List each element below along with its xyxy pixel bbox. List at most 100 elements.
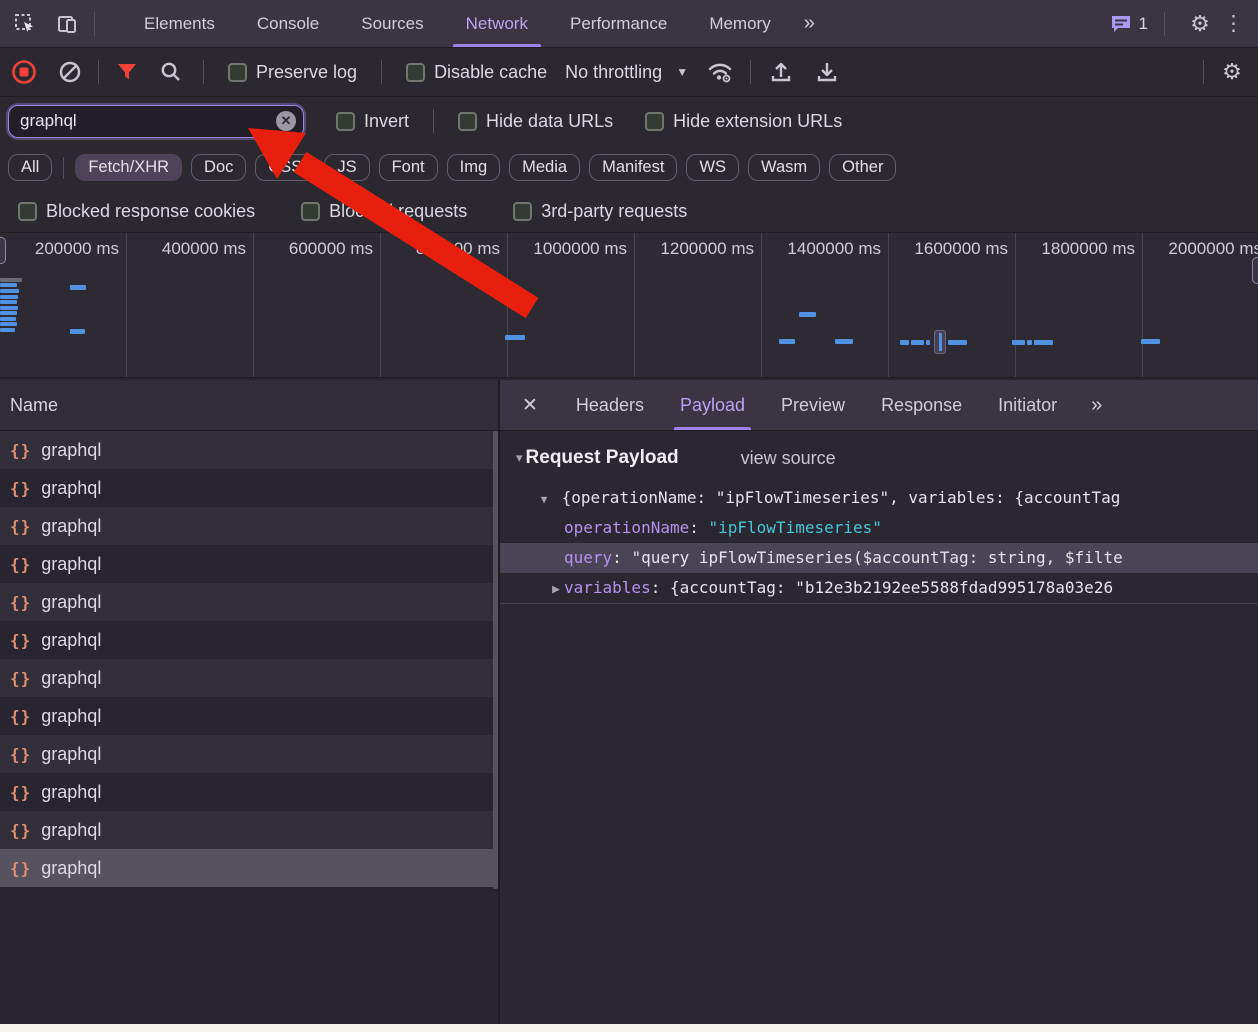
filter-chip-media[interactable]: Media	[509, 154, 580, 181]
request-row[interactable]: {}graphql	[0, 583, 498, 621]
import-har-button[interactable]	[763, 55, 799, 89]
export-har-button[interactable]	[809, 55, 845, 89]
detail-tab-initiator[interactable]: Initiator	[980, 380, 1075, 430]
preserve-log-checkbox[interactable]: Preserve log	[218, 62, 367, 83]
hide-data-urls-checkbox[interactable]: Hide data URLs	[448, 111, 623, 132]
waterfall-bar[interactable]	[900, 340, 909, 345]
settings-button[interactable]: ⚙	[1183, 7, 1217, 41]
search-button[interactable]	[153, 55, 189, 89]
waterfall-bar[interactable]	[1034, 340, 1053, 345]
network-overview[interactable]: 200000 ms400000 ms600000 ms800000 ms1000…	[0, 233, 1258, 378]
request-row[interactable]: {}graphql	[0, 545, 498, 583]
payload-row-operationName[interactable]: operationName: "ipFlowTimeseries"	[500, 513, 1258, 543]
filter-input[interactable]	[9, 111, 303, 131]
filter-chip-font[interactable]: Font	[379, 154, 438, 181]
checkbox-3rd-party-requests[interactable]: 3rd-party requests	[503, 201, 697, 222]
panel-tabs: ElementsConsoleSourcesNetworkPerformance…	[123, 0, 792, 47]
payload-summary-row[interactable]: ▼ {operationName: "ipFlowTimeseries", va…	[500, 483, 1258, 513]
tab-memory[interactable]: Memory	[688, 0, 791, 47]
device-toolbar-button[interactable]	[50, 7, 84, 41]
waterfall-bar[interactable]	[835, 339, 853, 344]
selected-request-marker[interactable]	[934, 330, 946, 354]
request-row[interactable]: {}graphql	[0, 507, 498, 545]
request-row[interactable]: {}graphql	[0, 811, 498, 849]
filter-chip-css[interactable]: CSS	[255, 154, 315, 181]
overview-left-handle[interactable]	[0, 237, 6, 264]
hide-extension-urls-checkbox[interactable]: Hide extension URLs	[635, 111, 852, 132]
inspect-element-button[interactable]	[8, 7, 42, 41]
filter-button[interactable]	[109, 55, 145, 89]
filter-chip-wasm[interactable]: Wasm	[748, 154, 820, 181]
waterfall-bar[interactable]	[1027, 340, 1032, 345]
waterfall-bar[interactable]	[0, 328, 15, 332]
request-name: graphql	[41, 782, 101, 803]
requests-scrollbar[interactable]	[493, 431, 498, 889]
filter-chip-all[interactable]: All	[8, 154, 52, 181]
request-row[interactable]: {}graphql	[0, 773, 498, 811]
tab-performance[interactable]: Performance	[549, 0, 688, 47]
detail-tab-payload[interactable]: Payload	[662, 380, 763, 430]
waterfall-bar[interactable]	[0, 311, 17, 315]
filter-chip-other[interactable]: Other	[829, 154, 896, 181]
checkbox-blocked-requests[interactable]: Blocked requests	[291, 201, 477, 222]
waterfall-bar[interactable]	[1012, 340, 1025, 345]
filter-chip-doc[interactable]: Doc	[191, 154, 246, 181]
detail-tab-headers[interactable]: Headers	[558, 380, 662, 430]
detail-tab-response[interactable]: Response	[863, 380, 980, 430]
waterfall-bar[interactable]	[926, 340, 930, 345]
payload-row-query[interactable]: query: "query ipFlowTimeseries($accountT…	[500, 543, 1258, 573]
issues-counter[interactable]: 1	[1110, 14, 1148, 34]
disable-cache-checkbox[interactable]: Disable cache	[396, 62, 557, 83]
waterfall-bar[interactable]	[779, 339, 795, 344]
filter-chip-img[interactable]: Img	[447, 154, 501, 181]
waterfall-bar[interactable]	[0, 300, 17, 304]
waterfall-bar[interactable]	[0, 295, 18, 299]
invert-checkbox[interactable]: Invert	[326, 111, 419, 132]
request-row[interactable]: {}graphql	[0, 469, 498, 507]
more-tabs-button[interactable]: »	[792, 12, 825, 35]
tab-network[interactable]: Network	[445, 0, 549, 47]
waterfall-bar[interactable]	[0, 306, 18, 310]
network-conditions-button[interactable]	[702, 55, 738, 89]
request-row[interactable]: {}graphql	[0, 697, 498, 735]
waterfall-bar[interactable]	[70, 285, 86, 290]
clear-filter-button[interactable]: ✕	[276, 111, 296, 131]
tab-elements[interactable]: Elements	[123, 0, 236, 47]
payload-row-variables[interactable]: ▶variables: {accountTag: "b12e3b2192ee55…	[500, 573, 1258, 603]
request-row[interactable]: {}graphql	[0, 735, 498, 773]
waterfall-bar[interactable]	[1141, 339, 1160, 344]
clear-network-log-button[interactable]	[52, 55, 88, 89]
filter-chip-manifest[interactable]: Manifest	[589, 154, 677, 181]
request-row[interactable]: {}graphql	[0, 621, 498, 659]
more-detail-tabs-button[interactable]: »	[1079, 394, 1112, 417]
waterfall-bar[interactable]	[799, 312, 816, 317]
detail-tab-preview[interactable]: Preview	[763, 380, 863, 430]
waterfall-bar[interactable]	[0, 317, 16, 321]
request-row[interactable]: {}graphql	[0, 849, 498, 887]
filter-chip-ws[interactable]: WS	[686, 154, 739, 181]
waterfall-bar[interactable]	[0, 278, 22, 282]
close-detail-button[interactable]: ✕	[500, 394, 558, 417]
tab-console[interactable]: Console	[236, 0, 340, 47]
waterfall-bar[interactable]	[505, 335, 525, 340]
waterfall-bar[interactable]	[70, 329, 85, 334]
checkbox-blocked-response-cookies[interactable]: Blocked response cookies	[8, 201, 265, 222]
waterfall-bar[interactable]	[911, 340, 924, 345]
filter-chip-fetch-xhr[interactable]: Fetch/XHR	[75, 154, 182, 181]
name-column-header[interactable]: Name	[0, 380, 498, 431]
view-source-link[interactable]: view source	[741, 448, 836, 469]
waterfall-bar[interactable]	[0, 289, 19, 293]
section-caret-icon[interactable]: ▾	[516, 450, 523, 466]
waterfall-bar[interactable]	[948, 340, 967, 345]
waterfall-bar[interactable]	[0, 322, 17, 326]
overview-right-handle[interactable]	[1252, 257, 1258, 284]
throttling-select[interactable]: No throttling ▼	[557, 62, 696, 83]
request-row[interactable]: {}graphql	[0, 659, 498, 697]
waterfall-bar[interactable]	[0, 283, 17, 287]
filter-chip-js[interactable]: JS	[324, 154, 369, 181]
request-row[interactable]: {}graphql	[0, 431, 498, 469]
tab-sources[interactable]: Sources	[340, 0, 444, 47]
record-network-log-button[interactable]	[6, 55, 42, 89]
main-menu-button[interactable]: ⋮	[1217, 11, 1258, 36]
network-settings-button[interactable]: ⚙	[1214, 55, 1250, 89]
